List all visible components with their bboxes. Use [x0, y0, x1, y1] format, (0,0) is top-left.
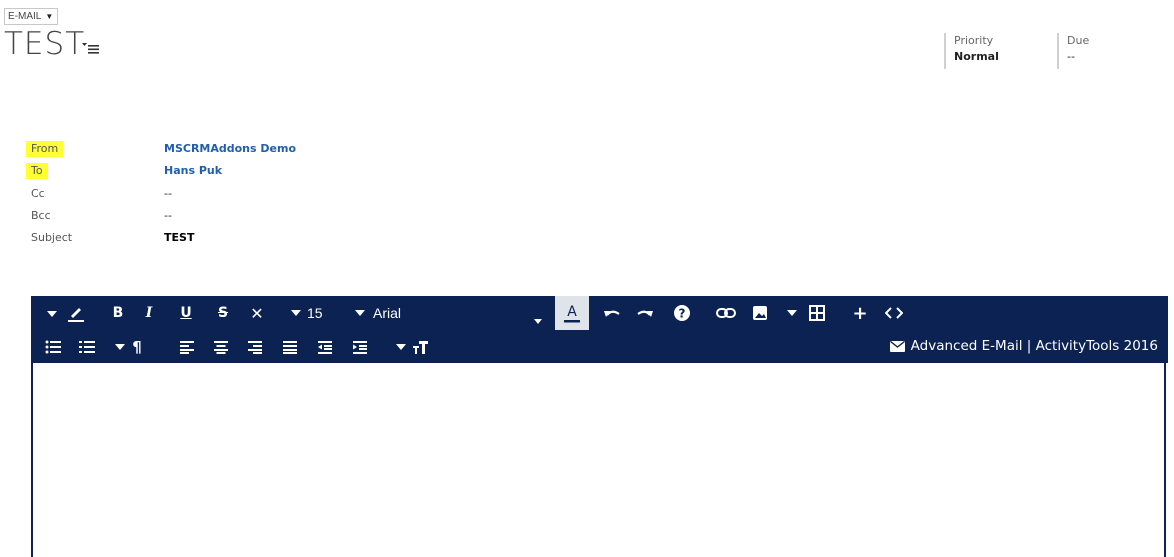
brand-text: Advanced E-Mail | ActivityTools 2016 — [910, 338, 1158, 354]
cc-value[interactable]: -- — [164, 186, 172, 202]
insert-icon[interactable]: + — [849, 302, 871, 324]
priority-value: Normal — [954, 50, 999, 63]
entity-type-selector[interactable]: E-MAIL ▼ — [4, 8, 59, 25]
font-color-icon[interactable]: A — [555, 296, 589, 330]
due-value: -- — [1067, 50, 1075, 63]
bcc-value[interactable]: -- — [164, 208, 172, 224]
font-family-value: Arial — [373, 305, 402, 321]
bold-icon[interactable]: B — [108, 302, 128, 324]
form-menu-icon[interactable] — [82, 40, 100, 54]
to-value-link[interactable]: Hans Puk — [164, 163, 222, 179]
line-height-icon[interactable] — [410, 336, 430, 358]
numbered-list-icon[interactable] — [77, 336, 97, 358]
form-row-subject: Subject TEST — [26, 230, 426, 250]
subject-value[interactable]: TEST — [164, 230, 194, 246]
outdent-icon[interactable] — [315, 336, 335, 358]
page-title: TEST — [4, 26, 86, 62]
form-row-cc: Cc -- — [26, 186, 426, 206]
paragraph-dropdown-caret-icon[interactable] — [113, 336, 127, 358]
font-family-caret-icon[interactable] — [532, 310, 544, 332]
code-view-icon[interactable] — [883, 302, 905, 324]
header-field-due[interactable]: Due -- — [1057, 33, 1089, 69]
italic-icon[interactable]: I — [139, 302, 159, 324]
link-icon[interactable] — [715, 302, 737, 324]
email-body-editor: B I U S ✕ 15 Arial A ? + ¶ Advanced E-Ma… — [31, 296, 1168, 557]
redo-icon[interactable] — [634, 302, 656, 324]
brand-label: Advanced E-Mail | ActivityTools 2016 — [889, 336, 1158, 356]
font-size-dropdown[interactable]: 15 — [291, 302, 331, 324]
line-height-dropdown-caret-icon[interactable] — [394, 336, 408, 358]
table-icon[interactable] — [806, 302, 828, 324]
email-body-textarea[interactable] — [33, 363, 1164, 557]
bcc-label: Bcc — [31, 209, 51, 222]
priority-label: Priority — [954, 34, 994, 47]
cc-label: Cc — [31, 187, 45, 200]
to-label: To — [26, 163, 48, 179]
indent-icon[interactable] — [350, 336, 370, 358]
due-label: Due — [1067, 34, 1090, 47]
entity-type-label: E-MAIL — [8, 11, 42, 22]
align-center-icon[interactable] — [211, 336, 231, 358]
form-row-bcc: Bcc -- — [26, 208, 426, 228]
table-dropdown-caret-icon[interactable] — [785, 302, 799, 324]
clear-format-icon[interactable]: ✕ — [247, 302, 267, 324]
align-justify-icon[interactable] — [280, 336, 300, 358]
image-icon[interactable] — [749, 302, 771, 324]
bullet-list-icon[interactable] — [43, 336, 63, 358]
envelope-icon — [889, 340, 905, 352]
from-label: From — [26, 141, 64, 157]
help-icon[interactable]: ? — [671, 302, 693, 324]
svg-text:?: ? — [679, 307, 686, 321]
undo-icon[interactable] — [601, 302, 623, 324]
font-family-dropdown[interactable]: Arial — [355, 302, 545, 324]
form-row-to: To Hans Puk — [26, 163, 426, 183]
align-left-icon[interactable] — [177, 336, 197, 358]
underline-icon[interactable]: U — [176, 302, 196, 324]
editor-toolbar: B I U S ✕ 15 Arial A ? + ¶ Advanced E-Ma… — [33, 296, 1168, 363]
highlight-dropdown-caret-icon[interactable] — [45, 303, 59, 325]
svg-text:A: A — [567, 304, 577, 320]
font-size-value: 15 — [307, 305, 323, 321]
paragraph-icon[interactable]: ¶ — [129, 336, 145, 358]
highlight-pen-icon[interactable] — [65, 302, 87, 324]
from-value-link[interactable]: MSCRMAddons Demo — [164, 141, 296, 157]
form-row-from: From MSCRMAddons Demo — [26, 141, 426, 161]
header-field-priority[interactable]: Priority Normal — [944, 33, 999, 69]
chevron-down-icon: ▼ — [45, 12, 54, 21]
strikethrough-icon[interactable]: S — [213, 302, 233, 324]
align-right-icon[interactable] — [245, 336, 265, 358]
subject-label: Subject — [31, 231, 73, 244]
